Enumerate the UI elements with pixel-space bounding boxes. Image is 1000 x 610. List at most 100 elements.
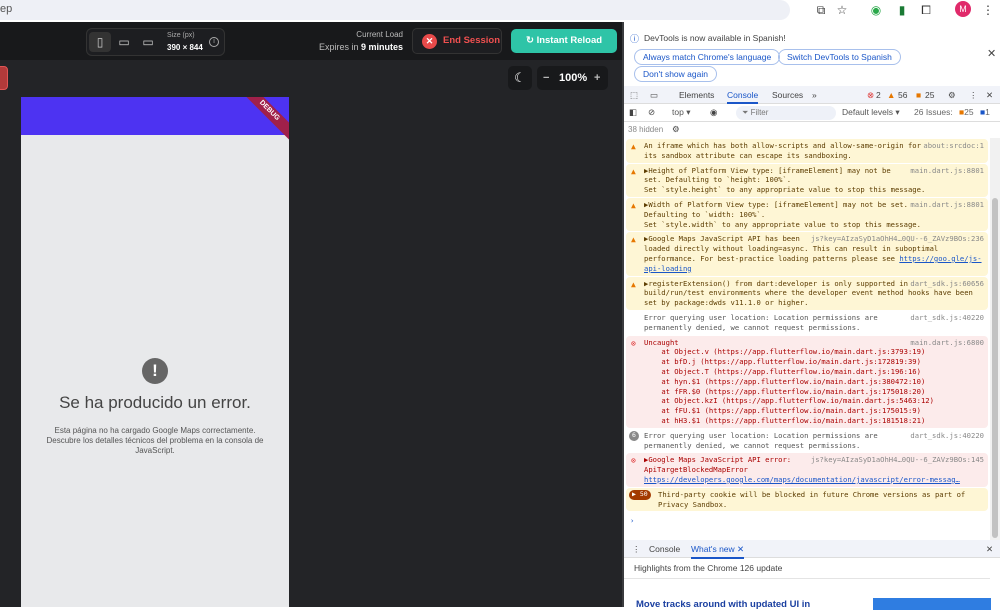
close-infobar-icon[interactable]: ✕: [987, 47, 996, 60]
console-settings-gear-icon[interactable]: ⚙: [672, 124, 680, 135]
warning-count[interactable]: 56: [898, 90, 907, 100]
log-levels-label: Default levels: [842, 107, 894, 117]
message-link[interactable]: https://developers.google.com/maps/docum…: [644, 475, 960, 484]
inspect-element-icon[interactable]: ⬚: [630, 90, 638, 101]
more-tabs-icon[interactable]: »: [812, 90, 817, 100]
console-message[interactable]: ▲ main.dart.js:8801 ▶Height of Platform Vi…: [626, 163, 988, 197]
match-language-button[interactable]: Always match Chrome's language: [634, 49, 781, 65]
log-levels-dropdown[interactable]: Default levels ▾: [842, 107, 900, 118]
side-tab-button[interactable]: [0, 66, 8, 90]
settings-gear-icon[interactable]: ⚙: [948, 90, 956, 101]
drawer-divider: [624, 578, 990, 579]
tab-console[interactable]: Console: [727, 90, 759, 104]
extension-eye-icon[interactable]: ◉: [868, 2, 884, 18]
context-value: top: [672, 107, 684, 117]
whats-new-label: What's new: [691, 544, 735, 554]
message-text: Error querying user location: Location p…: [644, 430, 882, 450]
console-scroll-thumb[interactable]: [992, 198, 998, 538]
size-label: Size (px): [167, 32, 195, 39]
devtools-menu-icon[interactable]: ⋮: [969, 90, 978, 101]
clear-console-icon[interactable]: ⊘: [648, 107, 655, 118]
message-source-link[interactable]: about:srcdoc:1: [923, 141, 984, 151]
message-text: Third-party cookie will be blocked in fu…: [658, 489, 970, 509]
switch-spanish-button[interactable]: Switch DevTools to Spanish: [778, 49, 901, 65]
expires-prefix: Expires in: [318, 42, 361, 52]
drawer-menu-icon[interactable]: ⋮: [632, 544, 641, 555]
map-error-title: Se ha producido un error.: [59, 393, 251, 412]
console-message[interactable]: 6 dart_sdk.js:40220 Error querying user lo…: [626, 429, 988, 453]
issues-info-count[interactable]: ■1: [980, 107, 990, 117]
zoom-in-button[interactable]: +: [594, 66, 600, 90]
console-message[interactable]: ▲ dart_sdk.js:60656 ▶registerExtension() f…: [626, 276, 988, 310]
whats-new-highlights: Highlights from the Chrome 126 update: [634, 563, 783, 573]
warning-count-icon[interactable]: ▲: [887, 90, 895, 100]
phone-device-icon[interactable]: ▯: [89, 32, 111, 52]
message-source-link[interactable]: js?key=AIzaSyD1aOhH4…0QU--6_ZAVz9BOs:236: [811, 234, 984, 244]
tab-sources[interactable]: Sources: [772, 90, 803, 100]
address-text: ep: [0, 3, 13, 15]
live-expression-eye-icon[interactable]: ◉: [710, 107, 717, 118]
chrome-menu-icon[interactable]: ⋮: [980, 2, 996, 18]
tablet-device-icon[interactable]: ▭: [113, 32, 135, 52]
issue-count-icon[interactable]: ■: [916, 90, 921, 100]
error-count-icon[interactable]: ⊗: [867, 90, 874, 101]
extension-green-icon[interactable]: ▮: [894, 2, 910, 18]
zoom-out-button[interactable]: −: [543, 66, 549, 90]
close-circle-icon: ✕: [422, 34, 437, 49]
extensions-puzzle-icon[interactable]: ⧠: [918, 2, 934, 18]
message-source-link[interactable]: dart_sdk.js:40220: [910, 313, 984, 323]
console-log: ▲ about:srcdoc:1 An iframe which has both …: [624, 138, 990, 538]
console-prompt[interactable]: ›: [624, 512, 990, 530]
profile-avatar[interactable]: M: [955, 1, 971, 17]
close-drawer-icon[interactable]: ✕: [986, 544, 993, 555]
message-source-link[interactable]: main.dart.js:8801: [910, 200, 984, 210]
dark-mode-moon-icon[interactable]: ☾: [508, 66, 532, 90]
console-message[interactable]: ⊗ main.dart.js:6800 Uncaught at Object.v (…: [626, 335, 988, 428]
info-icon[interactable]: i: [209, 37, 219, 47]
issues-warning-count[interactable]: ■25: [959, 107, 974, 117]
bookmark-star-icon[interactable]: ☆: [834, 2, 850, 18]
console-message[interactable]: ▲ main.dart.js:8801 ▶Width of Platform Vie…: [626, 197, 988, 232]
console-filter-input[interactable]: ⏷ Filter: [736, 106, 836, 120]
install-app-icon[interactable]: ⧉: [813, 2, 829, 18]
drawer-tab-console[interactable]: Console: [649, 544, 680, 554]
message-source-link[interactable]: js?key=AIzaSyD1aOhH4…0QU--6_ZAVz9BOs:145: [811, 455, 984, 465]
console-message[interactable]: dart_sdk.js:40220 Error querying user loc…: [626, 311, 988, 335]
tab-elements[interactable]: Elements: [679, 90, 714, 100]
dont-show-again-button[interactable]: Don't show again: [634, 66, 717, 82]
message-source-link[interactable]: main.dart.js:6800: [910, 338, 984, 348]
close-tab-icon[interactable]: ✕: [737, 544, 744, 554]
sidebar-toggle-icon[interactable]: ◧: [629, 107, 637, 118]
device-toolbar-icon[interactable]: ▭: [650, 90, 658, 101]
map-error-description: Esta página no ha cargado Google Maps co…: [46, 426, 264, 455]
message-text: An iframe which has both allow-scripts a…: [644, 141, 926, 160]
message-source-link[interactable]: main.dart.js:8801: [910, 166, 984, 176]
context-selector[interactable]: top ▾: [672, 107, 690, 118]
console-message[interactable]: ▲ js?key=AIzaSyD1aOhH4…0QU--6_ZAVz9BOs:23…: [626, 232, 988, 276]
whats-new-image: [873, 598, 991, 610]
message-source-link[interactable]: dart_sdk.js:40220: [910, 431, 984, 441]
phone-preview: DEBUG ! Se ha producido un error. Esta p…: [21, 97, 289, 607]
console-message[interactable]: ⊗ js?key=AIzaSyD1aOhH4…0QU--6_ZAVz9BOs:14…: [626, 453, 988, 487]
instant-reload-button[interactable]: ↻ Instant Reload: [511, 29, 617, 53]
drawer-tab-whats-new[interactable]: What's new ✕: [691, 544, 745, 559]
console-message[interactable]: ▶ 50 Third-party cookie will be blocked i…: [626, 487, 988, 512]
message-source-link[interactable]: dart_sdk.js:60656: [910, 279, 984, 289]
infobar-message: DevTools is now available in Spanish!: [644, 33, 786, 43]
browser-toolbar: ep ⧉ ☆ ◉ ▮ ⧠ M ⋮: [0, 0, 1000, 22]
warning-icon: ▲: [631, 142, 636, 151]
console-message[interactable]: ▲ about:srcdoc:1 An iframe which has both …: [626, 139, 988, 163]
app-header: DEBUG: [21, 97, 289, 144]
error-count[interactable]: 2: [876, 90, 881, 100]
language-infobar: ⓘ DevTools is now available in Spanish! …: [624, 22, 1000, 86]
drawer-tabbar: ⋮ Console What's new ✕ ✕: [624, 540, 1000, 559]
end-session-button[interactable]: ✕ End Session: [412, 28, 502, 54]
close-devtools-icon[interactable]: ✕: [986, 90, 993, 101]
issues-label[interactable]: 26 Issues:: [914, 107, 953, 117]
issue-count[interactable]: 25: [925, 90, 934, 100]
devtools-panel: ⓘ DevTools is now available in Spanish! …: [624, 22, 1000, 610]
whats-new-headline[interactable]: Move tracks around with updated UI in: [636, 599, 810, 610]
issues-warn-value: 25: [964, 107, 974, 117]
address-bar[interactable]: ep: [0, 0, 790, 20]
desktop-device-icon[interactable]: ▭: [137, 32, 159, 52]
